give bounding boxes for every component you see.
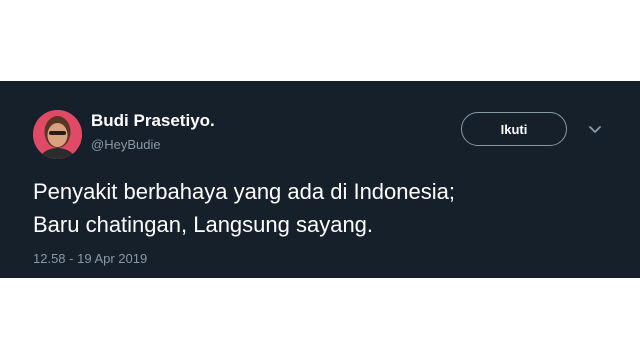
tweet-text: Penyakit berbahaya yang ada di Indonesia… (33, 175, 623, 241)
page: Budi Prasetiyo. @HeyBudie Ikuti Penyakit… (0, 0, 640, 360)
follow-button[interactable]: Ikuti (461, 112, 567, 146)
tweet-card: Budi Prasetiyo. @HeyBudie Ikuti Penyakit… (0, 81, 640, 278)
chevron-down-icon[interactable] (587, 123, 603, 135)
avatar[interactable] (33, 110, 82, 159)
author-handle[interactable]: @HeyBudie (91, 137, 161, 152)
tweet-text-line: Penyakit berbahaya yang ada di Indonesia… (33, 179, 455, 204)
tweet-timestamp[interactable]: 12.58 - 19 Apr 2019 (33, 251, 147, 266)
author-display-name[interactable]: Budi Prasetiyo. (91, 111, 215, 131)
tweet-text-line: Baru chatingan, Langsung sayang. (33, 212, 374, 237)
avatar-image (33, 110, 82, 159)
